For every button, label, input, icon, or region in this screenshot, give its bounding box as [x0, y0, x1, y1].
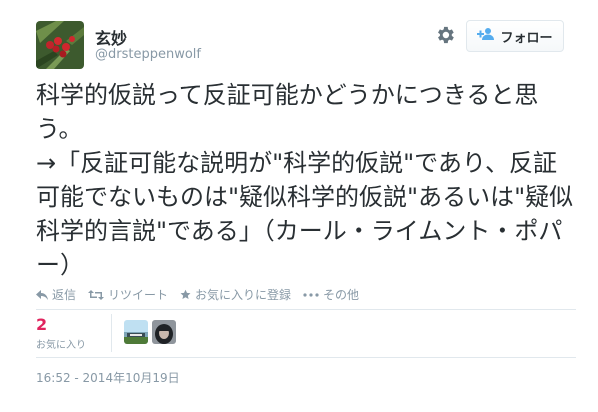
- more-label: その他: [323, 288, 360, 302]
- reply-icon: [36, 289, 48, 300]
- user-avatar[interactable]: [36, 21, 84, 69]
- retweet-button[interactable]: リツイート: [88, 286, 168, 303]
- follow-button-label: フォロー: [500, 30, 553, 46]
- stats-divider-vertical: [111, 314, 112, 352]
- follow-button[interactable]: フォロー: [466, 20, 564, 52]
- tweet-text: 科学的仮説って反証可能かどうかにつきると思う。 →「反証可能な説明が"科学的仮説…: [36, 81, 574, 279]
- tweet-timestamp[interactable]: 16:52 - 2014年10月19日: [36, 369, 180, 386]
- favorites-count[interactable]: 2: [36, 315, 47, 334]
- user-handle[interactable]: @drsteppenwolf: [95, 47, 201, 62]
- stats-divider-top: [36, 309, 576, 310]
- gear-icon[interactable]: [434, 24, 456, 46]
- retweet-icon: [88, 289, 105, 300]
- star-icon: [180, 289, 191, 300]
- more-button[interactable]: その他: [303, 286, 359, 303]
- favoriter-avatar[interactable]: [124, 320, 148, 344]
- tweet-actions: 返信 リツイート お気に入りに登録 その他: [36, 286, 371, 303]
- favorite-button[interactable]: お気に入りに登録: [180, 286, 291, 303]
- reply-button[interactable]: 返信: [36, 286, 76, 303]
- favorites-label[interactable]: お気に入り: [36, 336, 86, 351]
- retweet-label: リツイート: [108, 288, 169, 302]
- favorite-label: お気に入りに登録: [195, 288, 292, 302]
- favoriter-avatar[interactable]: [152, 320, 176, 344]
- follow-user-icon: [477, 27, 495, 45]
- more-icon: [303, 292, 319, 297]
- reply-label: 返信: [52, 288, 77, 302]
- stats-divider-bottom: [36, 357, 576, 358]
- user-display-name[interactable]: 玄妙: [95, 25, 127, 49]
